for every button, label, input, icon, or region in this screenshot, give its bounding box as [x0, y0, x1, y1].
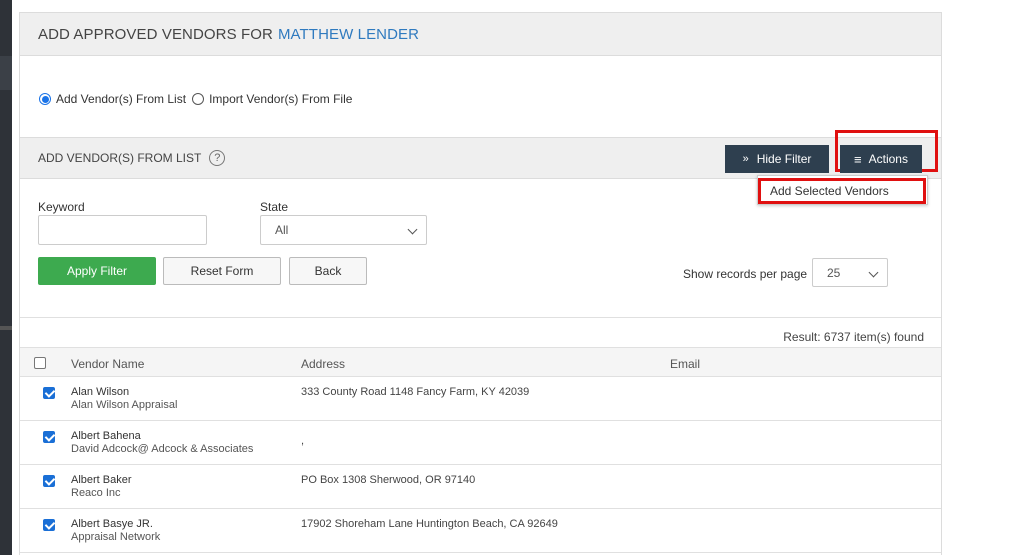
vendor-table-header: Vendor Name Address Email: [20, 347, 941, 377]
row-checkbox[interactable]: [43, 475, 55, 487]
state-select[interactable]: All: [260, 215, 427, 245]
records-per-page-select[interactable]: 25: [812, 258, 888, 287]
row-checkbox[interactable]: [43, 519, 55, 531]
panel-title: ADD APPROVED VENDORS FOR: [38, 25, 273, 43]
records-per-page-value: 25: [827, 265, 841, 280]
vendor-name: Albert Bahena: [71, 430, 141, 442]
column-email[interactable]: Email: [670, 357, 700, 371]
vendor-name: Albert Basye JR.: [71, 518, 153, 530]
table-row: Albert Baker Reaco Inc PO Box 1308 Sherw…: [20, 465, 941, 509]
import-mode-radio-group: Add Vendor(s) From List Import Vendor(s)…: [39, 92, 358, 106]
hide-filter-button[interactable]: » Hide Filter: [725, 145, 829, 173]
radio-from-list[interactable]: [39, 93, 51, 105]
apply-filter-button[interactable]: Apply Filter: [38, 257, 156, 285]
vendor-company: Reaco Inc: [71, 487, 121, 499]
reset-form-button[interactable]: Reset Form: [163, 257, 281, 285]
vendor-address: PO Box 1308 Sherwood, OR 97140: [301, 474, 476, 486]
vendor-name: Albert Baker: [71, 474, 132, 486]
menu-icon: ≡: [854, 151, 862, 167]
state-label: State: [260, 200, 289, 214]
table-row: Albert Bahena David Adcock@ Adcock & Ass…: [20, 421, 941, 465]
filter-divider: [20, 317, 941, 318]
table-row: Alan Wilson Alan Wilson Appraisal 333 Co…: [20, 377, 941, 421]
select-all-checkbox[interactable]: [34, 357, 46, 369]
chevron-down-icon: [407, 224, 418, 235]
keyword-input[interactable]: [38, 215, 207, 245]
radio-from-list-label[interactable]: Add Vendor(s) From List: [56, 92, 186, 106]
table-row: Albert Basye JR. Appraisal Network 17902…: [20, 509, 941, 553]
vendor-name: Alan Wilson: [71, 386, 130, 398]
add-vendors-panel: ADD APPROVED VENDORS FOR MATTHEW LENDER …: [19, 12, 942, 555]
chevron-down-icon: [868, 267, 879, 278]
column-address[interactable]: Address: [301, 357, 345, 371]
vendor-company: Alan Wilson Appraisal: [71, 399, 178, 411]
help-icon[interactable]: ?: [209, 150, 226, 166]
vendor-address: 17902 Shoreham Lane Huntington Beach, CA…: [301, 518, 558, 530]
hide-filter-label: Hide Filter: [756, 152, 812, 166]
nav-rail-segment: [0, 56, 12, 90]
actions-button[interactable]: ≡ Actions: [840, 145, 922, 173]
keyword-label: Keyword: [38, 200, 85, 214]
add-selected-vendors-item[interactable]: Add Selected Vendors: [758, 178, 926, 204]
column-vendor-name[interactable]: Vendor Name: [71, 357, 144, 371]
double-chevron-up-icon: »: [742, 153, 749, 165]
panel-header: ADD APPROVED VENDORS FOR MATTHEW LENDER: [20, 13, 941, 56]
back-button[interactable]: Back: [289, 257, 367, 285]
vendor-company: Appraisal Network: [71, 531, 161, 543]
vendor-address: 333 County Road 1148 Fancy Farm, KY 4203…: [301, 386, 530, 398]
lender-name: MATTHEW LENDER: [277, 25, 420, 43]
vendor-address: ,: [301, 435, 305, 447]
left-nav-rail: [0, 0, 12, 555]
result-count: Result: 6737 item(s) found: [783, 330, 924, 344]
radio-from-file-label[interactable]: Import Vendor(s) From File: [209, 92, 352, 106]
actions-label: Actions: [868, 152, 908, 166]
state-select-value: All: [275, 223, 289, 237]
row-checkbox[interactable]: [43, 387, 55, 399]
section-title: ADD VENDOR(S) FROM LIST: [38, 151, 202, 165]
row-checkbox[interactable]: [43, 431, 55, 443]
nav-rail-divider: [0, 326, 12, 330]
actions-dropdown: Add Selected Vendors: [757, 175, 928, 205]
radio-from-file[interactable]: [192, 93, 205, 105]
records-per-page-label: Show records per page: [683, 267, 808, 281]
vendor-company: David Adcock@ Adcock & Associates: [71, 443, 254, 455]
